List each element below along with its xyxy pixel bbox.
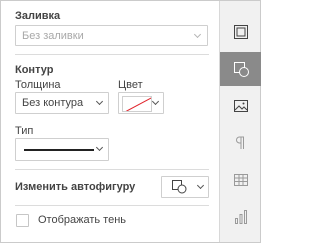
chevron-down-icon	[151, 97, 160, 106]
fill-type-value: Без заливки	[22, 29, 84, 42]
change-autoshape-button[interactable]	[161, 176, 209, 198]
table-icon	[234, 174, 248, 186]
chart-settings-button[interactable]	[220, 200, 261, 234]
chevron-down-icon	[196, 181, 205, 190]
stroke-width-value: Без контура	[22, 97, 84, 109]
fill-type-select[interactable]: Без заливки	[15, 25, 208, 46]
paragraph-settings-button[interactable]	[220, 126, 261, 160]
settings-rail	[219, 1, 261, 242]
stroke-color-label: Цвет	[118, 79, 143, 91]
section-divider	[15, 54, 209, 55]
image-icon	[234, 100, 248, 112]
chart-icon	[235, 210, 247, 224]
show-shadow-label[interactable]: Отображать тень	[38, 214, 126, 226]
shape-settings-panel: Заливка Без заливки Контур Толщина Цвет …	[1, 1, 219, 242]
section-divider	[15, 205, 209, 206]
shape-icon	[234, 62, 249, 77]
show-shadow-checkbox[interactable]	[16, 214, 29, 227]
stroke-color-picker[interactable]	[118, 92, 164, 114]
stroke-type-select[interactable]	[15, 138, 109, 161]
solid-line-sample	[24, 149, 94, 151]
no-color-icon	[125, 97, 151, 111]
section-divider	[15, 169, 209, 170]
chevron-down-icon	[193, 30, 202, 39]
slide-settings-button[interactable]	[220, 15, 261, 49]
slide-icon	[234, 25, 248, 39]
stroke-type-label: Тип	[15, 125, 34, 137]
shape-settings-button[interactable]	[220, 52, 261, 86]
fill-section-title: Заливка	[15, 10, 61, 22]
stroke-section-title: Контур	[15, 64, 54, 76]
table-settings-button[interactable]	[220, 163, 261, 197]
paragraph-icon	[236, 136, 244, 149]
shapes-icon	[172, 180, 187, 194]
stroke-width-select[interactable]: Без контура	[15, 92, 109, 114]
chevron-down-icon	[95, 143, 104, 152]
change-autoshape-label: Изменить автофигуру	[15, 181, 136, 193]
stroke-width-label: Толщина	[15, 79, 61, 91]
chevron-down-icon	[95, 97, 104, 106]
image-settings-button[interactable]	[220, 89, 261, 123]
no-color-swatch	[122, 96, 152, 112]
